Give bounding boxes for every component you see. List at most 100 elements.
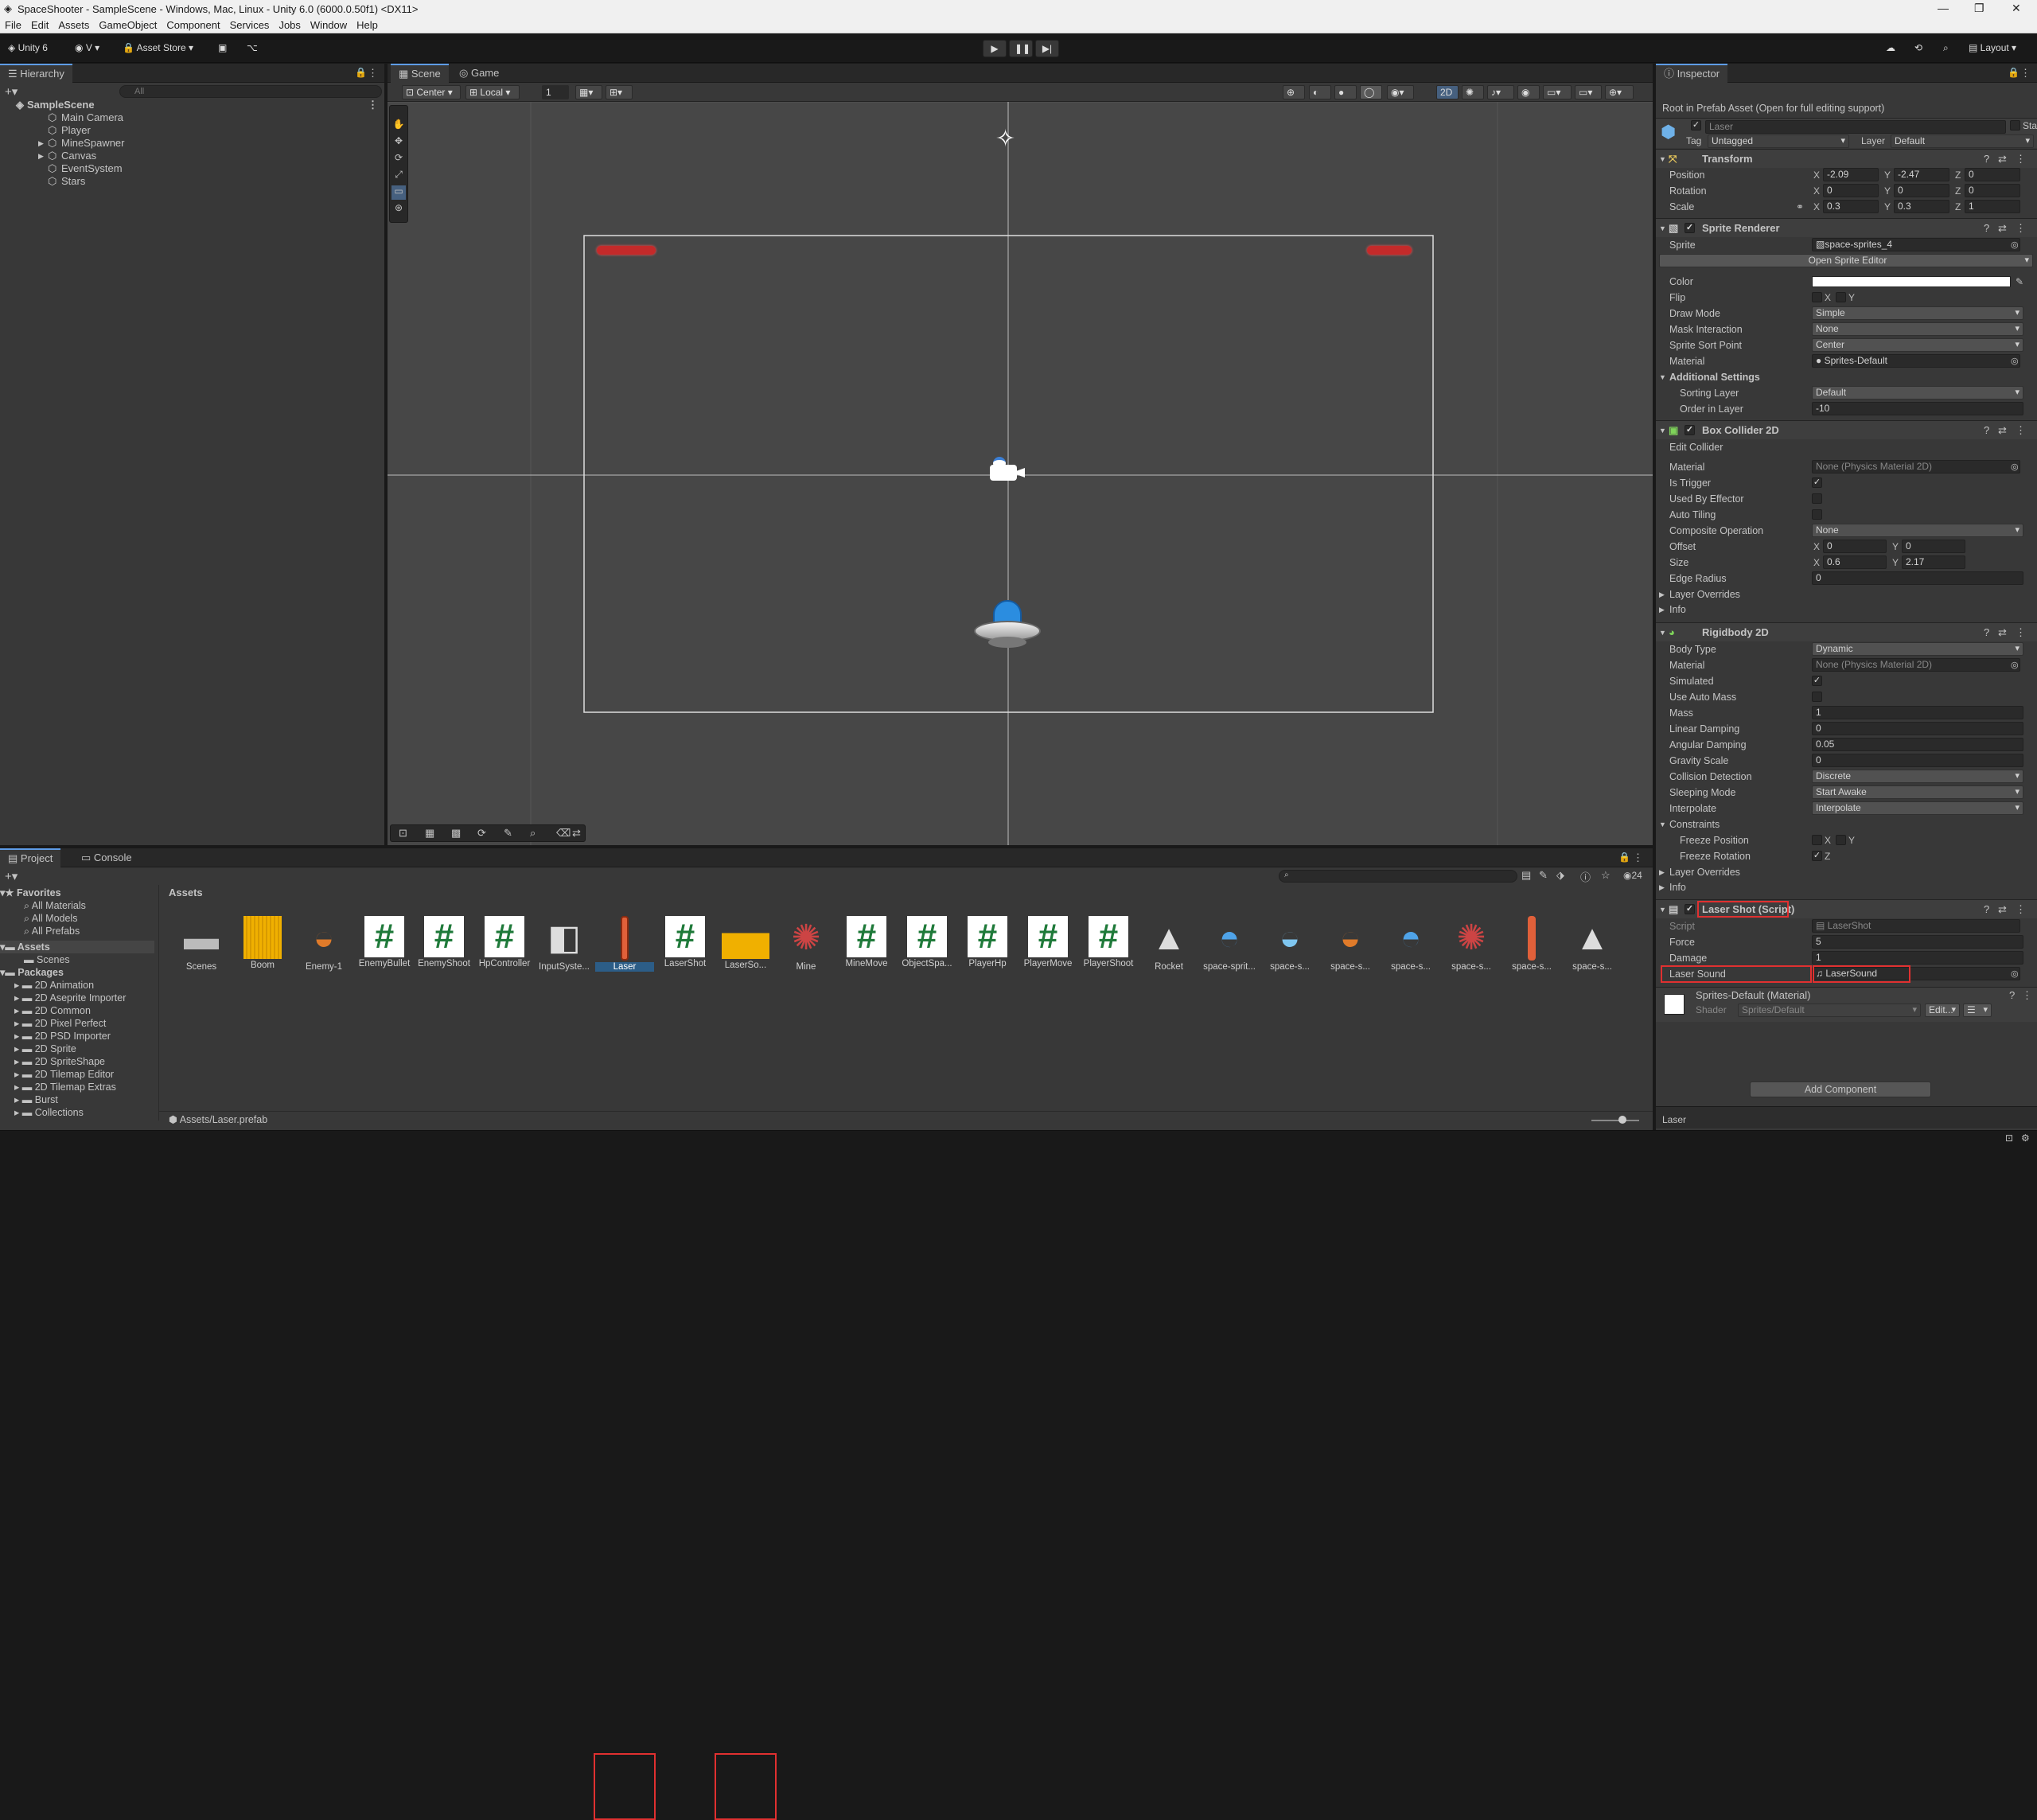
expand-arrow-icon[interactable]: ▶ xyxy=(38,150,44,162)
gravity-scale-field[interactable]: 0 xyxy=(1812,754,2023,767)
asset-item[interactable]: ◓ space-sprit... xyxy=(1200,916,1259,976)
menu-gameobject[interactable]: GameObject xyxy=(94,18,162,33)
expand-arrow-icon[interactable]: ▸ xyxy=(14,1081,22,1093)
asset-folder-item[interactable]: ▬ Scenes xyxy=(24,953,70,966)
flip-x-checkbox[interactable] xyxy=(1812,292,1822,302)
add-icon[interactable]: +▾ xyxy=(5,84,18,99)
brush-icon[interactable]: ✎ xyxy=(504,827,512,840)
kebab-menu-icon[interactable]: ⋮ xyxy=(2022,989,2032,1002)
package-item[interactable]: ▸ ▬ 2D Sprite xyxy=(14,1043,76,1055)
asset-item[interactable]: # HpController xyxy=(475,916,534,976)
kebab-menu-icon[interactable]: ⋮ xyxy=(368,99,378,111)
gizmo-toggle-icon[interactable]: ▭▾ xyxy=(1575,85,1602,99)
sparkle-light-icon[interactable]: ✧ xyxy=(995,125,1015,153)
collapse-arrow-icon[interactable]: ▼ xyxy=(1659,900,1666,919)
grid-snap-input[interactable]: 1 xyxy=(542,85,569,99)
bc-info-row[interactable]: ▶ Info xyxy=(1656,602,2037,618)
simulated-checkbox[interactable]: ✓ xyxy=(1812,676,1822,686)
package-item[interactable]: ▸ ▬ 2D Tilemap Editor xyxy=(14,1068,114,1081)
sr-material-field[interactable]: ● Sprites-Default xyxy=(1812,354,2020,368)
unity-account-button[interactable]: ◈ Unity 6 xyxy=(3,40,53,57)
preset-icon[interactable]: ⇄ xyxy=(1998,623,2007,642)
enabled-checkbox[interactable]: ✓ xyxy=(1685,223,1695,233)
breadcrumb-item[interactable]: Assets xyxy=(169,887,203,898)
filter-label-icon[interactable]: ✎ xyxy=(1539,869,1548,882)
enabled-checkbox[interactable]: ✓ xyxy=(1685,425,1695,435)
used-by-effector-checkbox[interactable] xyxy=(1812,493,1822,504)
asset-item[interactable]: ▲ Rocket xyxy=(1139,916,1198,976)
collapse-arrow-icon[interactable]: ▼ xyxy=(1659,623,1666,642)
object-picker-icon[interactable]: ◎ xyxy=(2011,353,2019,369)
scene-row[interactable]: ◈ SampleScene ⋮ xyxy=(0,99,384,111)
kebab-menu-icon[interactable]: ⋮ xyxy=(2016,623,2026,642)
erase-icon[interactable]: ⌫ xyxy=(556,827,571,840)
sorting-layer-dropdown[interactable]: Default xyxy=(1812,386,2023,399)
order-field[interactable]: -10 xyxy=(1812,402,2023,415)
menu-jobs[interactable]: Jobs xyxy=(274,18,305,33)
mass-field[interactable]: 1 xyxy=(1812,706,2023,719)
additional-settings-row[interactable]: ▼ Additional Settings xyxy=(1656,369,2037,385)
kebab-menu-icon[interactable]: ⋮ xyxy=(2016,421,2026,440)
auto-mass-checkbox[interactable] xyxy=(1812,692,1822,702)
size-x-field[interactable]: 0.6 xyxy=(1823,555,1887,569)
space-dropdown[interactable]: ⊞ Local ▾ xyxy=(465,85,520,99)
auto-tiling-checkbox[interactable] xyxy=(1812,509,1822,520)
minimize-icon[interactable]: — xyxy=(1938,2,1949,14)
tag-icon[interactable]: ⬗ xyxy=(1556,869,1564,882)
asset-item[interactable]: # EnemyShoot xyxy=(415,916,473,976)
tag-dropdown[interactable]: Untagged xyxy=(1708,134,1849,148)
lock-icon[interactable]: 🔒 xyxy=(1618,852,1630,863)
sleeping-dropdown[interactable]: Start Awake xyxy=(1812,785,2023,799)
tab-game[interactable]: ◎ Game xyxy=(451,64,507,83)
flip-y-checkbox[interactable] xyxy=(1836,292,1846,302)
kebab-menu-icon[interactable]: ⋮ xyxy=(2016,219,2026,238)
favorite-item[interactable]: ⌕ All Prefabs xyxy=(24,925,80,937)
position-x-field[interactable]: -2.09 xyxy=(1823,168,1879,181)
camera-settings-icon[interactable]: ▭▾ xyxy=(1543,85,1572,99)
zoom-slider-handle[interactable] xyxy=(1618,1116,1626,1124)
help-icon[interactable]: ? xyxy=(2009,989,2015,1001)
visibility-icon[interactable]: ◉ xyxy=(1517,85,1540,99)
player-ship-sprite[interactable] xyxy=(972,597,1044,661)
filter-type-icon[interactable]: ▤ xyxy=(1521,869,1531,882)
menu-edit[interactable]: Edit xyxy=(26,18,53,33)
tile-grid-icon[interactable]: ▩ xyxy=(451,827,461,840)
add-icon[interactable]: +▾ xyxy=(5,869,18,883)
pivot-dropdown[interactable]: ⊡ Center ▾ xyxy=(402,85,461,99)
expand-arrow-icon[interactable]: ▸ xyxy=(14,980,22,991)
hierarchy-item[interactable]: ⬡ Player xyxy=(0,124,384,137)
shader-options-button[interactable]: ☰ xyxy=(1963,1004,1992,1017)
favorites-row[interactable]: ▾★ Favorites xyxy=(0,887,61,899)
hierarchy-item[interactable]: ▶ ⬡ MineSpawner xyxy=(0,137,384,150)
rotate-icon[interactable]: ⟳ xyxy=(477,827,486,840)
sprite-field[interactable]: ▧space-sprites_4 xyxy=(1812,238,2020,251)
lighting-icon[interactable]: ✺ xyxy=(1462,85,1484,99)
package-item[interactable]: ▸ ▬ Burst xyxy=(14,1093,58,1106)
menu-window[interactable]: Window xyxy=(306,18,352,33)
expand-arrow-icon[interactable]: ▸ xyxy=(14,1005,22,1016)
color-swatch[interactable] xyxy=(1812,276,2011,287)
expand-arrow-icon[interactable]: ▶ xyxy=(1659,602,1665,618)
laser-sprite-right[interactable] xyxy=(1367,246,1412,255)
expand-arrow-icon[interactable]: ▸ xyxy=(14,1043,22,1054)
object-picker-icon[interactable]: ◎ xyxy=(2011,459,2019,475)
help-icon[interactable]: ? xyxy=(1984,219,1989,238)
expand-arrow-icon[interactable]: ▸ xyxy=(14,1056,22,1067)
menu-assets[interactable]: Assets xyxy=(53,18,94,33)
asset-item[interactable]: # LaserShot xyxy=(656,916,715,976)
enabled-checkbox[interactable]: ✓ xyxy=(1685,904,1695,914)
orientation-icon[interactable]: ⊕ xyxy=(1283,85,1305,99)
pause-button[interactable]: ❚❚ xyxy=(1009,40,1033,57)
assets-root-row[interactable]: ▾▬ Assets xyxy=(0,941,154,953)
collapse-arrow-icon[interactable]: ▼ xyxy=(1659,816,1666,832)
preset-icon[interactable]: ⇄ xyxy=(1998,900,2007,919)
camera-gizmo-icon[interactable] xyxy=(988,452,1028,484)
help-icon[interactable]: ? xyxy=(1984,623,1989,642)
gizmos-dropdown-icon[interactable]: ⊕▾ xyxy=(1605,85,1634,99)
add-component-button[interactable]: Add Component xyxy=(1750,1081,1931,1097)
shading-lit-icon[interactable]: ◯ xyxy=(1360,85,1382,99)
rb-layer-overrides-row[interactable]: ▶ Layer Overrides xyxy=(1656,864,2037,880)
step-button[interactable]: ▶| xyxy=(1035,40,1059,57)
tab-hierarchy[interactable]: ☰ Hierarchy xyxy=(0,64,72,83)
asset-item[interactable]: # PlayerShoot xyxy=(1079,916,1138,976)
